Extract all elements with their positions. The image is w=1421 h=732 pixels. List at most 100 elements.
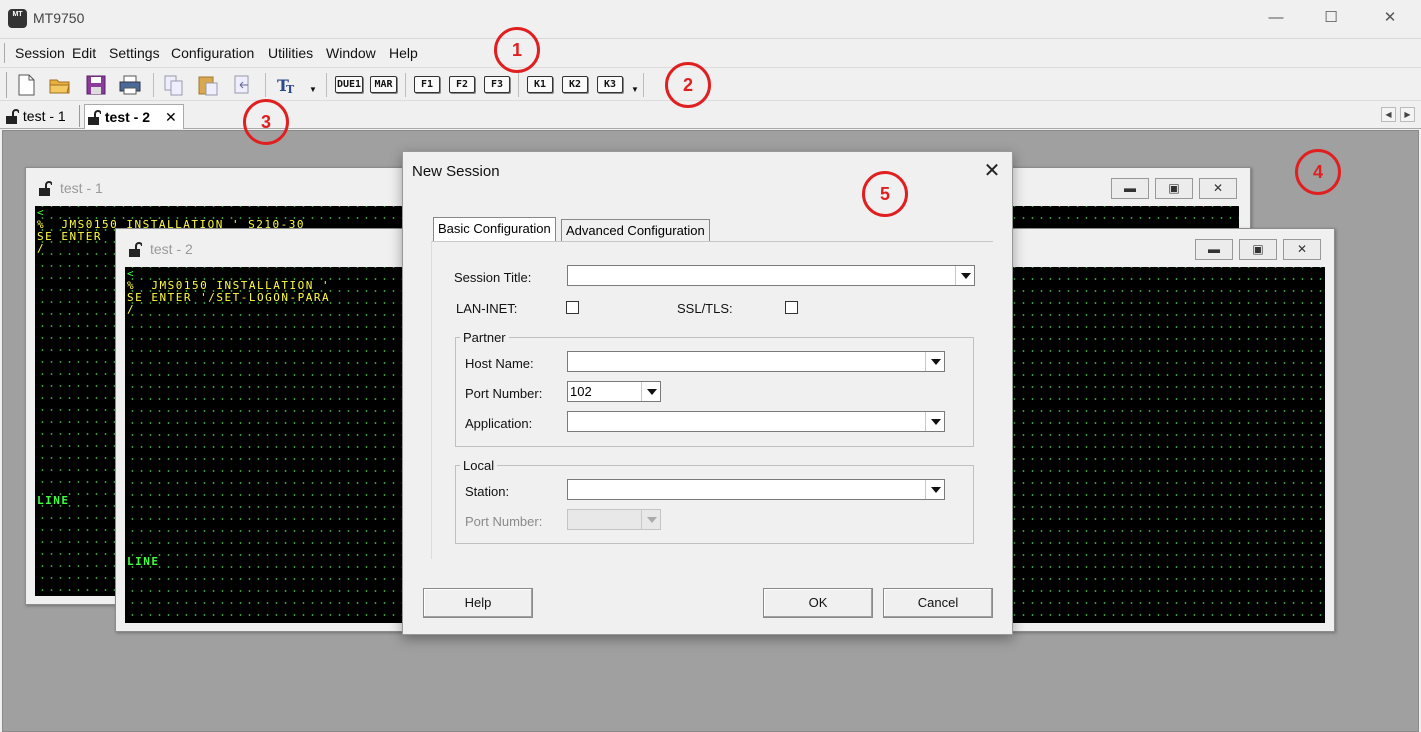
print-icon[interactable]	[118, 73, 142, 97]
child-minimize-button[interactable]: ▬	[1111, 178, 1149, 199]
tab-test-1[interactable]: test - 1	[5, 104, 79, 129]
title-bar: MT MT9750 — ☐ ✕	[0, 0, 1421, 37]
key-k1-button[interactable]: K1	[527, 76, 553, 93]
menu-edit[interactable]: Edit	[72, 45, 96, 61]
child-title: test - 2	[150, 241, 193, 257]
annotation-2: 2	[665, 62, 711, 108]
local-group-label: Local	[460, 458, 498, 473]
app-icon: MT	[8, 9, 27, 28]
tab-panel-line	[431, 241, 993, 242]
station-combo[interactable]	[567, 479, 945, 500]
tab-label: test - 2	[104, 109, 151, 125]
tab-advanced-configuration[interactable]: Advanced Configuration	[561, 219, 710, 242]
toolbar-separator	[265, 73, 266, 97]
unlock-icon	[88, 110, 101, 126]
annotation-5: 5	[862, 171, 908, 217]
ok-button[interactable]: OK	[763, 588, 873, 618]
close-button[interactable]: ✕	[1370, 6, 1410, 30]
minimize-button[interactable]: —	[1256, 6, 1296, 30]
font-icon[interactable]: TT	[275, 73, 299, 97]
maximize-button[interactable]: ☐	[1311, 6, 1351, 30]
child-close-button[interactable]: ✕	[1283, 239, 1321, 260]
child-restore-button[interactable]: ▣	[1155, 178, 1193, 199]
chevron-down-icon[interactable]	[641, 382, 660, 401]
menu-utilities[interactable]: Utilities	[268, 45, 313, 61]
key-due1-button[interactable]: DUE1	[335, 76, 363, 93]
save-icon[interactable]	[84, 73, 108, 97]
toolbar-separator	[326, 73, 327, 97]
key-k2-button[interactable]: K2	[562, 76, 588, 93]
terminal-line: SE ENTER '/SET-LOGON-PARA	[127, 291, 331, 304]
local-group	[455, 465, 974, 544]
toolbar-separator	[405, 73, 406, 97]
chevron-down-icon[interactable]	[925, 412, 944, 431]
open-folder-icon[interactable]	[48, 73, 72, 97]
host-name-label: Host Name:	[465, 356, 534, 371]
child-minimize-button[interactable]: ▬	[1195, 239, 1233, 260]
toolbar-separator	[518, 73, 519, 97]
menu-grip	[4, 43, 6, 63]
toolbar-separator	[643, 73, 644, 97]
tab-divider	[79, 105, 80, 127]
local-port-number-combo	[567, 509, 661, 530]
terminal-line: /	[37, 242, 46, 255]
toolbar-grip	[6, 72, 8, 98]
key-mar-button[interactable]: MAR	[370, 76, 397, 93]
application-combo[interactable]	[567, 411, 945, 432]
tab-label: test - 1	[22, 108, 66, 124]
paste-special-icon[interactable]	[230, 73, 254, 97]
session-title-label: Session Title:	[454, 270, 532, 285]
key-f1-button[interactable]: F1	[414, 76, 440, 93]
child-restore-button[interactable]: ▣	[1239, 239, 1277, 260]
new-file-icon[interactable]	[14, 73, 38, 97]
child-close-button[interactable]: ✕	[1199, 178, 1237, 199]
tab-scroll-right-icon[interactable]: ▶	[1400, 107, 1415, 122]
app-title: MT9750	[33, 10, 85, 26]
menu-configuration[interactable]: Configuration	[171, 45, 254, 61]
tab-close-icon[interactable]: ✕	[165, 105, 177, 129]
terminal-status-line: LINE	[127, 555, 160, 568]
font-dropdown-arrow[interactable]: ▼	[309, 85, 317, 94]
chevron-down-icon[interactable]	[955, 266, 974, 285]
copy-icon[interactable]	[162, 73, 186, 97]
unlock-icon	[129, 242, 142, 257]
session-tab-strip: test - 1 test - 2 ✕ ◀ ▶	[0, 102, 1421, 129]
port-number-combo[interactable]: 102	[567, 381, 661, 402]
cancel-button[interactable]: Cancel	[883, 588, 993, 618]
key-k3-button[interactable]: K3	[597, 76, 623, 93]
menu-window[interactable]: Window	[326, 45, 376, 61]
svg-text:T: T	[286, 83, 295, 96]
ssl-tls-checkbox[interactable]	[785, 301, 798, 314]
paste-icon[interactable]	[196, 73, 220, 97]
unlock-icon	[39, 181, 52, 196]
key-f2-button[interactable]: F2	[449, 76, 475, 93]
menu-help[interactable]: Help	[389, 45, 418, 61]
tab-basic-configuration[interactable]: Basic Configuration	[433, 217, 556, 242]
dialog-title: New Session	[412, 163, 500, 180]
local-port-number-label: Port Number:	[465, 514, 543, 529]
child-title: test - 1	[60, 180, 103, 196]
host-name-combo[interactable]	[567, 351, 945, 372]
chevron-down-icon[interactable]	[925, 352, 944, 371]
annotation-3: 3	[243, 99, 289, 145]
chevron-down-icon	[641, 510, 660, 529]
keys-dropdown-arrow[interactable]: ▼	[631, 85, 639, 94]
tab-test-2[interactable]: test - 2 ✕	[84, 104, 184, 129]
port-number-label: Port Number:	[465, 386, 543, 401]
help-button[interactable]: Help	[423, 588, 533, 618]
menu-settings[interactable]: Settings	[109, 45, 160, 61]
chevron-down-icon[interactable]	[925, 480, 944, 499]
dialog-close-icon[interactable]: ✕	[979, 158, 1005, 184]
tab-panel-edge	[431, 241, 432, 559]
tab-scroll-left-icon[interactable]: ◀	[1381, 107, 1396, 122]
menu-session[interactable]: Session	[15, 45, 65, 61]
key-f3-button[interactable]: F3	[484, 76, 510, 93]
menu-bar: Session Edit Settings Configuration Util…	[0, 38, 1421, 66]
application-label: Application:	[465, 416, 533, 431]
terminal-status-line: LINE	[37, 494, 70, 507]
ssl-tls-label: SSL/TLS:	[677, 301, 733, 316]
session-title-combo[interactable]	[567, 265, 975, 286]
terminal-line: SE ENTER	[37, 230, 102, 243]
lan-inet-checkbox[interactable]	[566, 301, 579, 314]
unlock-icon	[6, 109, 19, 125]
